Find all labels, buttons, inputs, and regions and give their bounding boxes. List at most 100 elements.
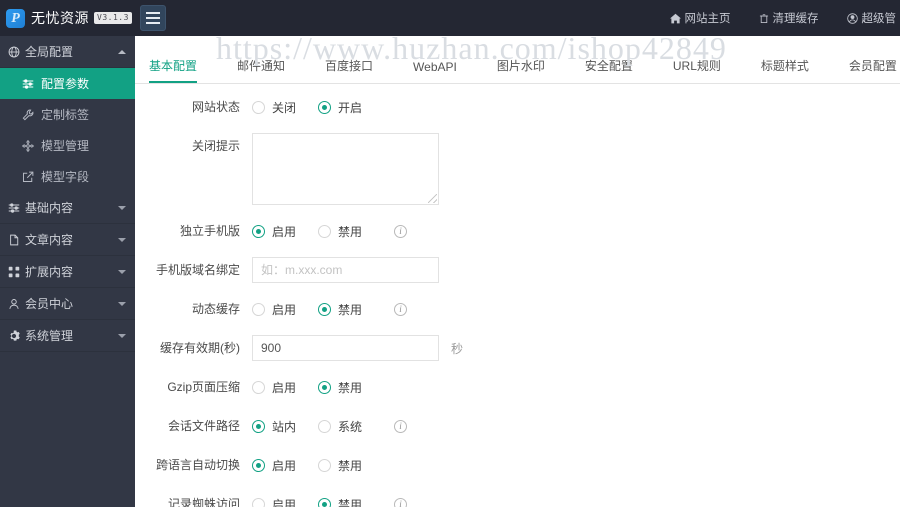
- sliders-icon: [22, 78, 37, 90]
- chevron-down-icon: [118, 205, 126, 210]
- brand-logo-area[interactable]: 无忧资源 V3.1.3: [0, 0, 135, 36]
- field-label: 手机版域名绑定: [155, 263, 240, 277]
- sidebar-item-custom-tags[interactable]: 定制标签: [0, 99, 135, 130]
- sidebar-item-config-params[interactable]: 配置参数: [0, 68, 135, 99]
- radio-icon: [252, 100, 265, 114]
- radio-icon: [318, 458, 332, 472]
- radio-option-dynamic-cache-disable[interactable]: 禁用: [318, 296, 362, 322]
- topnav-item-site-home[interactable]: 网站主页: [656, 0, 745, 36]
- sidebar-group-global-config[interactable]: 全局配置: [0, 36, 135, 68]
- topnav-item-superadmin[interactable]: 超级管: [833, 0, 900, 36]
- form-row-mobile-version: 独立手机版 启用 禁用 i: [135, 218, 900, 244]
- tab-url-rules[interactable]: URL规则: [673, 57, 721, 83]
- radio-option-lang-switch-disable[interactable]: 禁用: [318, 452, 362, 478]
- sidebar-group-system-manage[interactable]: 系统管理: [0, 320, 135, 352]
- sidebar-group-label: 基础内容: [25, 201, 74, 215]
- hamburger-icon-bar: [146, 17, 160, 19]
- radio-group-gzip: 启用 禁用: [252, 374, 384, 400]
- settings-tab-bar: 基本配置 邮件通知 百度接口 WebAPI 图片水印 安全配置 URL规则 标题…: [135, 50, 900, 84]
- radio-option-session-path-system[interactable]: 系统: [318, 413, 362, 439]
- external-link-icon: [22, 171, 37, 183]
- radio-option-site-status-off[interactable]: 关闭: [252, 94, 296, 120]
- chevron-down-icon: [118, 237, 126, 242]
- field-label: 关闭提示: [191, 139, 240, 153]
- sidebar-group-basic-content[interactable]: 基础内容: [0, 192, 135, 224]
- sidebar-group-member-center[interactable]: 会员中心: [0, 288, 135, 320]
- radio-icon: [318, 224, 332, 238]
- field-label: 记录蜘蛛访问: [167, 497, 240, 507]
- user-circle-icon: [846, 12, 858, 24]
- help-info-icon[interactable]: i: [394, 497, 408, 507]
- user-icon: [8, 298, 23, 310]
- radio-icon-selected: [252, 419, 265, 433]
- radio-option-spider-log-disable[interactable]: 禁用: [318, 491, 362, 507]
- mobile-domain-input[interactable]: [252, 257, 439, 283]
- radio-option-gzip-disable[interactable]: 禁用: [318, 374, 362, 400]
- radio-label: 启用: [272, 458, 297, 473]
- radio-icon-selected: [318, 302, 332, 316]
- sidebar-toggle-button[interactable]: [140, 5, 166, 31]
- tab-baidu-api[interactable]: 百度接口: [325, 57, 373, 83]
- topnav-label: 超级管: [861, 13, 897, 25]
- sidebar-group-label: 系统管理: [25, 329, 74, 343]
- sidebar-group-extended-content[interactable]: 扩展内容: [0, 256, 135, 288]
- radio-option-mobile-version-disable[interactable]: 禁用: [318, 218, 362, 244]
- radio-option-lang-switch-enable[interactable]: 启用: [252, 452, 296, 478]
- form-row-gzip: Gzip页面压缩 启用 禁用: [135, 374, 900, 400]
- app-logo-icon: [6, 8, 25, 28]
- radio-option-session-path-internal[interactable]: 站内: [252, 413, 296, 439]
- sidebar-item-model-manage[interactable]: 模型管理: [0, 130, 135, 161]
- radio-label: 禁用: [338, 458, 363, 473]
- radio-label: 启用: [272, 497, 297, 507]
- radio-option-dynamic-cache-enable[interactable]: 启用: [252, 296, 296, 322]
- radio-label: 启用: [272, 224, 297, 239]
- tab-security-config[interactable]: 安全配置: [585, 57, 633, 83]
- close-tip-textarea[interactable]: [252, 133, 439, 205]
- radio-group-dynamic-cache: 启用 禁用 i: [252, 296, 408, 322]
- mobile-domain-wrapper: [252, 257, 439, 283]
- chevron-up-icon: [118, 49, 126, 54]
- cache-ttl-unit: 秒: [451, 341, 464, 356]
- tab-member-config[interactable]: 会员配置: [849, 57, 897, 83]
- topnav-item-clear-cache[interactable]: 清理缓存: [745, 0, 833, 36]
- sidebar-item-label: 定制标签: [41, 108, 90, 122]
- form-row-lang-switch: 跨语言自动切换 启用 禁用: [135, 452, 900, 478]
- radio-option-mobile-version-enable[interactable]: 启用: [252, 218, 296, 244]
- radio-group-mobile-version: 启用 禁用 i: [252, 218, 408, 244]
- radio-option-gzip-enable[interactable]: 启用: [252, 374, 296, 400]
- radio-label: 关闭: [272, 100, 297, 115]
- sidebar-item-model-fields[interactable]: 模型字段: [0, 161, 135, 192]
- sidebar-group-article-content[interactable]: 文章内容: [0, 224, 135, 256]
- help-info-icon[interactable]: i: [394, 224, 408, 238]
- radio-label: 禁用: [338, 302, 363, 317]
- tab-basic-config[interactable]: 基本配置: [149, 57, 198, 83]
- radio-label: 禁用: [338, 380, 363, 395]
- tab-webapi[interactable]: WebAPI: [413, 60, 457, 83]
- globe-icon: [8, 46, 23, 58]
- radio-option-spider-log-enable[interactable]: 启用: [252, 491, 296, 507]
- top-navigation: 网站主页 清理缓存 超级管: [656, 0, 900, 36]
- tab-image-watermark[interactable]: 图片水印: [497, 57, 545, 83]
- help-info-icon[interactable]: i: [394, 419, 408, 433]
- admin-page: 无忧资源 V3.1.3 网站主页 清理缓存: [0, 0, 900, 507]
- radio-icon-selected: [252, 458, 265, 472]
- radio-label: 开启: [338, 100, 363, 115]
- radio-icon: [318, 419, 332, 433]
- tab-title-style[interactable]: 标题样式: [761, 57, 809, 83]
- form-row-cache-ttl: 缓存有效期(秒) 秒: [135, 335, 900, 361]
- chevron-down-icon: [118, 333, 126, 338]
- radio-option-site-status-on[interactable]: 开启: [318, 94, 362, 120]
- sidebar-item-label: 模型管理: [41, 139, 90, 153]
- form-row-close-tip: 关闭提示: [135, 133, 900, 205]
- topnav-label: 网站主页: [684, 13, 731, 25]
- cache-ttl-input[interactable]: [252, 335, 439, 361]
- field-label: 会话文件路径: [167, 419, 240, 433]
- brand-name: 无忧资源: [31, 10, 89, 26]
- tab-email-notify[interactable]: 邮件通知: [237, 57, 285, 83]
- field-label: 跨语言自动切换: [155, 458, 240, 472]
- radio-icon: [252, 380, 265, 394]
- help-info-icon[interactable]: i: [394, 302, 408, 316]
- basic-config-form: 网站状态 关闭 开启 关闭提示 独立手机版 启用 禁用 i 手机版域名绑定 如：…: [135, 84, 900, 507]
- radio-icon-selected: [318, 380, 332, 394]
- radio-icon-selected: [318, 100, 332, 114]
